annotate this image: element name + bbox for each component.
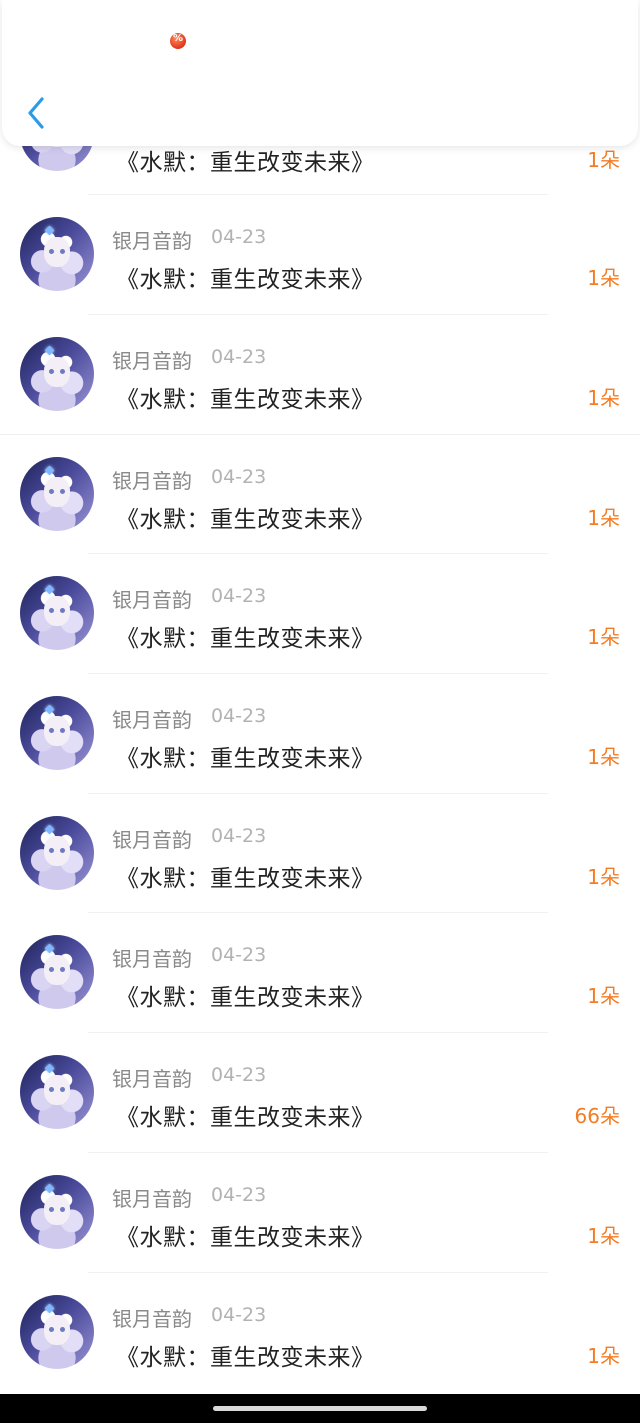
item-date: 04-23 xyxy=(211,705,267,727)
item-amount: 66朵 xyxy=(574,1104,620,1128)
item-amount: 1朵 xyxy=(587,1344,620,1368)
item-user-name: 银月音韵 xyxy=(112,588,192,612)
item-title: 《水默：重生改变未来》 xyxy=(116,626,375,652)
item-user-name: 银月音韵 xyxy=(112,229,192,253)
back-button[interactable] xyxy=(22,94,58,132)
item-amount: 1朵 xyxy=(587,506,620,530)
item-date: 04-23 xyxy=(211,585,267,607)
avatar[interactable] xyxy=(20,816,94,890)
list-item[interactable]: 银月音韵 04-23 《水默：重生改变未来》 66朵 xyxy=(0,1033,640,1153)
item-amount: 1朵 xyxy=(587,386,620,410)
list-item[interactable]: 银月音韵 04-23 《水默：重生改变未来》 1朵 xyxy=(0,554,640,674)
item-title: 《水默：重生改变未来》 xyxy=(116,866,375,892)
avatar[interactable] xyxy=(20,1055,94,1129)
list-item[interactable]: 银月音韵 04-23 《水默：重生改变未来》 1朵 xyxy=(0,435,640,555)
item-date: 04-23 xyxy=(211,1184,267,1206)
item-title: 《水默：重生改变未来》 xyxy=(116,1225,375,1251)
item-amount: 1朵 xyxy=(587,984,620,1008)
item-title: 《水默：重生改变未来》 xyxy=(116,985,375,1011)
avatar[interactable] xyxy=(20,1295,94,1369)
top-header xyxy=(2,0,638,146)
item-user-name: 银月音韵 xyxy=(112,947,192,971)
item-title: 《水默：重生改变未来》 xyxy=(116,507,375,533)
avatar[interactable] xyxy=(20,576,94,650)
item-title: 《水默：重生改变未来》 xyxy=(116,387,375,413)
list-item[interactable]: 银月音韵 04-23 《水默：重生改变未来》 1朵 xyxy=(0,1153,640,1273)
item-date: 04-23 xyxy=(211,1064,267,1086)
home-indicator[interactable] xyxy=(213,1406,427,1411)
chevron-left-icon xyxy=(28,97,44,129)
avatar[interactable] xyxy=(20,1175,94,1249)
item-date: 04-23 xyxy=(211,1304,267,1326)
item-user-name: 银月音韵 xyxy=(112,1307,192,1331)
avatar[interactable] xyxy=(20,457,94,531)
item-amount: 1朵 xyxy=(587,266,620,290)
item-amount: 1朵 xyxy=(587,865,620,889)
item-date: 04-23 xyxy=(211,226,267,248)
item-date: 04-23 xyxy=(211,825,267,847)
list-item[interactable]: 银月音韵 04-23 《水默：重生改变未来》 1朵 xyxy=(0,913,640,1033)
avatar[interactable] xyxy=(20,935,94,1009)
item-user-name: 银月音韵 xyxy=(112,828,192,852)
item-title: 《水默：重生改变未来》 xyxy=(116,267,375,293)
item-amount: 1朵 xyxy=(587,148,620,172)
item-title: 《水默：重生改变未来》 xyxy=(116,746,375,772)
percent-badge-icon xyxy=(170,33,186,49)
list-item[interactable]: 银月音韵 04-23 《水默：重生改变未来》 1朵 xyxy=(0,315,640,435)
avatar[interactable] xyxy=(20,696,94,770)
item-user-name: 银月音韵 xyxy=(112,1187,192,1211)
item-date: 04-23 xyxy=(211,944,267,966)
item-user-name: 银月音韵 xyxy=(112,469,192,493)
item-date: 04-23 xyxy=(211,466,267,488)
list-item[interactable]: 银月音韵 04-23 《水默：重生改变未来》 1朵 xyxy=(0,674,640,794)
item-amount: 1朵 xyxy=(587,745,620,769)
item-user-name: 银月音韵 xyxy=(112,1067,192,1091)
item-user-name: 银月音韵 xyxy=(112,349,192,373)
item-user-name: 银月音韵 xyxy=(112,708,192,732)
list-item[interactable]: 银月音韵 04-23 《水默：重生改变未来》 1朵 xyxy=(0,195,640,315)
item-amount: 1朵 xyxy=(587,625,620,649)
item-amount: 1朵 xyxy=(587,1224,620,1248)
avatar[interactable] xyxy=(20,217,94,291)
list-item[interactable]: 银月音韵 04-23 《水默：重生改变未来》 1朵 xyxy=(0,1273,640,1393)
item-title: 《水默：重生改变未来》 xyxy=(116,1345,375,1371)
item-date: 04-23 xyxy=(211,346,267,368)
avatar[interactable] xyxy=(20,337,94,411)
list-item[interactable]: 银月音韵 04-23 《水默：重生改变未来》 1朵 xyxy=(0,794,640,914)
system-navigation-bar xyxy=(0,1394,640,1423)
item-title: 《水默：重生改变未来》 xyxy=(116,1105,375,1131)
item-title: 《水默：重生改变未来》 xyxy=(116,150,375,176)
